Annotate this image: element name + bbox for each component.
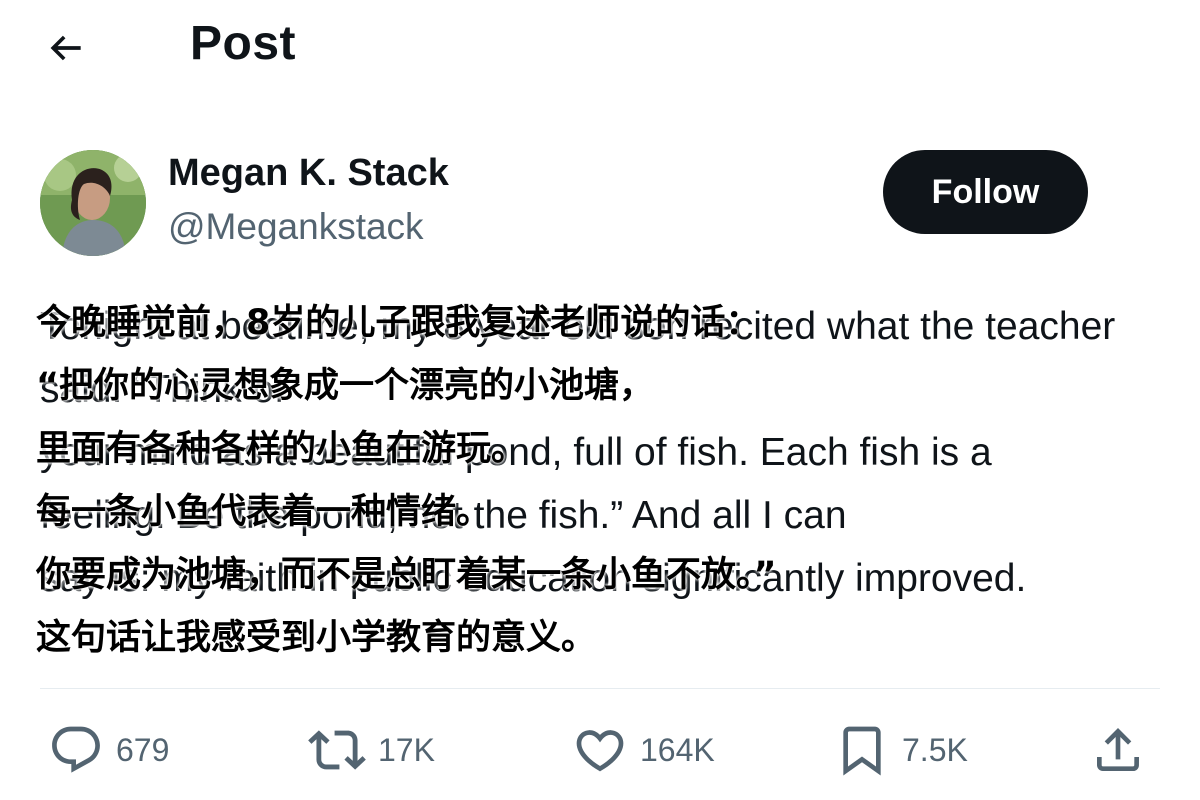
arrow-left-icon	[50, 35, 81, 61]
divider	[40, 688, 1160, 689]
translation-line: 你要成为池塘，而不是总盯着某一条小鱼不放。”	[36, 555, 777, 595]
repost-icon	[308, 730, 366, 770]
like-count: 164K	[640, 731, 715, 768]
translation-line: 今晚睡觉前，8岁的儿子跟我复述老师说的话：	[36, 303, 761, 343]
tweet-translation-overlay: 今晚睡觉前，8岁的儿子跟我复述老师说的话： “把你的心灵想象成一个漂亮的小池塘，…	[36, 292, 1166, 670]
like-button[interactable]: 164K	[572, 720, 715, 780]
author-name[interactable]: Megan K. Stack	[168, 152, 449, 195]
repost-count: 17K	[378, 731, 435, 768]
reply-icon	[52, 726, 100, 773]
back-button[interactable]	[40, 22, 92, 74]
repost-button[interactable]: 17K	[308, 720, 435, 780]
share-button[interactable]	[1090, 720, 1146, 780]
share-icon	[1097, 728, 1139, 771]
avatar[interactable]	[40, 150, 146, 256]
bookmark-count: 7.5K	[902, 731, 968, 768]
follow-button[interactable]: Follow	[883, 150, 1088, 234]
translation-line: “把你的心灵想象成一个漂亮的小池塘，	[36, 366, 655, 406]
page-title: Post	[190, 17, 297, 70]
reply-button[interactable]: 679	[48, 720, 169, 780]
author-handle[interactable]: @Megankstack	[168, 206, 424, 248]
bookmark-button[interactable]: 7.5K	[834, 720, 968, 780]
translation-line: 里面有各种各样的小鱼在游玩。	[36, 429, 527, 469]
bookmark-icon	[843, 726, 881, 776]
heart-icon	[576, 730, 624, 772]
reply-count: 679	[116, 731, 170, 768]
post-page: Post Megan K. Stack @Megankstack Follow …	[0, 0, 1200, 800]
translation-line: 每一条小鱼代表着一种情绪。	[36, 492, 492, 532]
translation-line: 这句话让我感受到小学教育的意义。	[36, 618, 597, 658]
